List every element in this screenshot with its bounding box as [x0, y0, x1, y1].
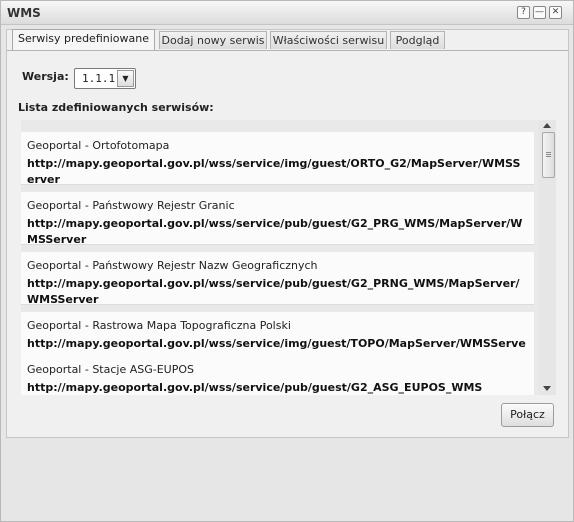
list-item[interactable]: Geoportal - Ortofotomapa http://mapy.geo… [21, 132, 534, 186]
tab-add-service[interactable]: Dodaj nowy serwis [159, 31, 267, 49]
service-url: http://mapy.geoportal.gov.pl/wss/service… [27, 277, 520, 306]
version-select-value: 1.1.1 [82, 72, 116, 85]
version-label: Wersja: [22, 70, 69, 83]
tab-predefined-services[interactable]: Serwisy predefiniowane [12, 29, 155, 50]
list-item[interactable]: Geoportal - Stacje ASG-EUPOS http://mapy… [21, 356, 534, 395]
scroll-up-icon[interactable] [543, 123, 551, 128]
minimize-icon[interactable]: — [533, 6, 546, 19]
services-list-label: Lista zdefiniowanych serwisów: [18, 101, 214, 114]
tab-strip: Serwisy predefiniowane Dodaj nowy serwis… [7, 29, 568, 51]
list-scrollbar[interactable] [539, 120, 556, 395]
wms-window: WMS ? — ✕ Serwisy predefiniowane Dodaj n… [0, 0, 574, 522]
title-bar[interactable]: WMS ? — ✕ [1, 1, 573, 25]
list-item[interactable]: Geoportal - Państwowy Rejestr Granic htt… [21, 192, 534, 246]
service-name: Geoportal - Państwowy Rejestr Granic [27, 199, 235, 212]
service-name: Geoportal - Stacje ASG-EUPOS [27, 363, 195, 376]
scrollbar-thumb[interactable] [542, 132, 555, 178]
service-name: Geoportal - Ortofotomapa [27, 139, 170, 152]
tab-service-properties[interactable]: Właściwości serwisu [270, 31, 387, 49]
close-icon[interactable]: ✕ [549, 6, 562, 19]
version-select[interactable]: 1.1.1 ▼ [74, 68, 136, 89]
tab-preview[interactable]: Podgląd [390, 31, 445, 49]
connect-button[interactable]: Połącz [501, 403, 554, 427]
scroll-down-icon[interactable] [543, 386, 551, 391]
help-icon[interactable]: ? [517, 6, 530, 19]
service-url: http://mapy.geoportal.gov.pl/wss/service… [27, 157, 521, 186]
service-name: Geoportal - Rastrowa Mapa Topograficzna … [27, 319, 291, 332]
service-name: Geoportal - Państwowy Rejestr Nazw Geogr… [27, 259, 318, 272]
list-item[interactable]: Geoportal - Państwowy Rejestr Nazw Geogr… [21, 252, 534, 306]
services-list: Geoportal - Ortofotomapa http://mapy.geo… [21, 120, 556, 395]
service-url: http://mapy.geoportal.gov.pl/wss/service… [27, 381, 483, 394]
service-url: http://mapy.geoportal.gov.pl/wss/service… [27, 217, 523, 246]
chevron-down-icon[interactable]: ▼ [117, 70, 134, 87]
window-title: WMS [7, 6, 41, 20]
wms-panel: Serwisy predefiniowane Dodaj nowy serwis… [6, 29, 569, 438]
